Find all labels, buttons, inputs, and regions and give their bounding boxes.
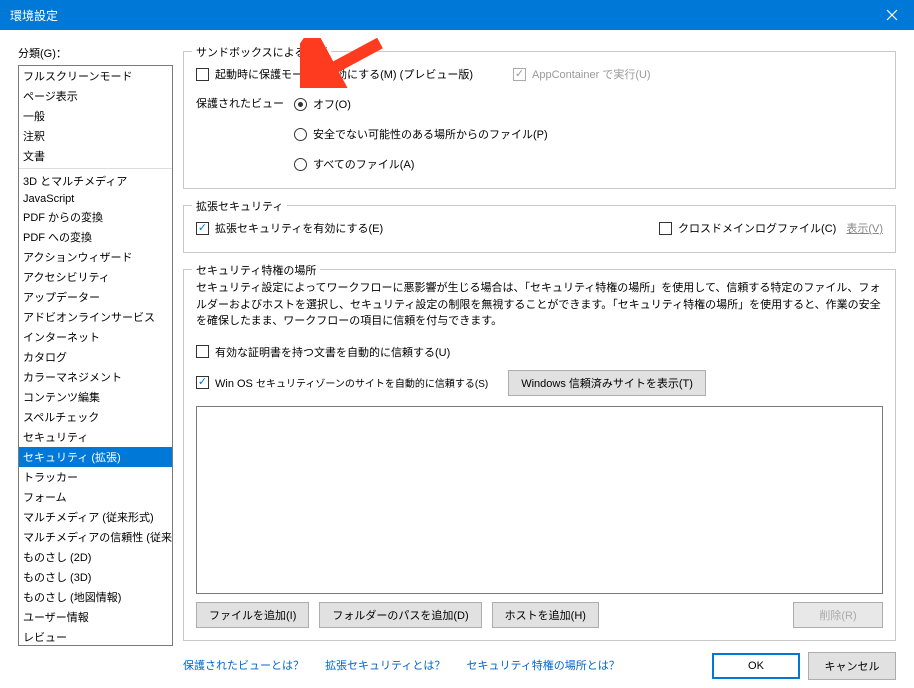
category-item[interactable]: カタログ [19, 347, 172, 367]
priv-location-group: セキュリティ特権の場所 セキュリティ設定によってワークフローに悪影響が生じる場合… [183, 269, 896, 641]
add-folder-button[interactable]: フォルダーのパスを追加(D) [319, 602, 481, 628]
category-item[interactable]: マルチメディア (従来形式) [19, 507, 172, 527]
category-item[interactable]: 注釈 [19, 126, 172, 146]
category-item[interactable]: アクションウィザード [19, 247, 172, 267]
category-item[interactable]: ユーザー情報 [19, 607, 172, 627]
category-item[interactable]: 文書 [19, 146, 172, 166]
category-item[interactable]: PDF からの変換 [19, 207, 172, 227]
category-item[interactable]: アクセシビリティ [19, 267, 172, 287]
priv-location-desc: セキュリティ設定によってワークフローに悪影響が生じる場合は、「セキュリティ特権の… [196, 280, 883, 330]
protected-mode-checkbox[interactable] [196, 68, 209, 81]
protected-view-label: 保護されたビュー [196, 92, 284, 111]
category-item[interactable]: 一般 [19, 106, 172, 126]
trusted-locations-list[interactable] [196, 406, 883, 594]
category-item[interactable]: JavaScript [19, 191, 172, 207]
pv-unsafe-radio[interactable] [294, 128, 307, 141]
category-item[interactable]: PDF への変換 [19, 227, 172, 247]
title-bar: 環境設定 [0, 0, 914, 30]
category-item[interactable]: セキュリティ [19, 427, 172, 447]
category-item[interactable]: トラッカー [19, 467, 172, 487]
win-trusted-sites-button[interactable]: Windows 信頼済みサイトを表示(T) [508, 370, 706, 396]
priv-help-link[interactable]: セキュリティ特権の場所とは？ [466, 660, 619, 672]
auto-trust-cert-checkbox[interactable] [196, 345, 209, 358]
close-icon [886, 9, 898, 21]
add-file-button[interactable]: ファイルを追加(I) [196, 602, 309, 628]
category-item[interactable]: ものさし (2D) [19, 547, 172, 567]
show-log-link[interactable]: 表示(V) [846, 220, 883, 236]
category-item[interactable]: フルスクリーンモード [19, 66, 172, 86]
pv-off-label: オフ(O) [313, 96, 351, 112]
category-item[interactable]: ものさし (3D) [19, 567, 172, 587]
category-list[interactable]: フルスクリーンモードページ表示一般注釈文書 3D とマルチメディアJavaScri… [18, 65, 173, 646]
protected-mode-label: 起動時に保護モードを有効にする(M) (プレビュー版) [215, 66, 473, 82]
winos-trust-checkbox[interactable] [196, 376, 209, 389]
ext-security-label: 拡張セキュリティを有効にする(E) [215, 220, 383, 236]
pv-all-radio[interactable] [294, 158, 307, 171]
pv-help-link[interactable]: 保護されたビューとは？ [183, 660, 304, 672]
category-item[interactable]: セキュリティ (拡張) [19, 447, 172, 467]
sandbox-group-title: サンドボックスによる保護 [192, 44, 331, 60]
category-item[interactable]: レビュー [19, 627, 172, 646]
category-item[interactable]: ページ表示 [19, 86, 172, 106]
pv-all-label: すべてのファイル(A) [313, 156, 414, 172]
category-item[interactable]: インターネット [19, 327, 172, 347]
category-item[interactable]: 3D とマルチメディア [19, 171, 172, 191]
category-item[interactable]: カラーマネジメント [19, 367, 172, 387]
category-item[interactable]: フォーム [19, 487, 172, 507]
ok-button[interactable]: OK [712, 653, 800, 679]
add-host-button[interactable]: ホストを追加(H) [492, 602, 599, 628]
appcontainer-label: AppContainer で実行(U) [532, 66, 651, 82]
category-item[interactable]: マルチメディアの信頼性 (従来形式) [19, 527, 172, 547]
crossdomain-checkbox[interactable] [659, 222, 672, 235]
pv-off-radio[interactable] [294, 98, 307, 111]
category-item[interactable]: スペルチェック [19, 407, 172, 427]
category-item[interactable]: アップデーター [19, 287, 172, 307]
cancel-button[interactable]: キャンセル [808, 652, 896, 680]
close-button[interactable] [869, 0, 914, 30]
sandbox-group: サンドボックスによる保護 起動時に保護モードを有効にする(M) (プレビュー版)… [183, 51, 896, 189]
window-title: 環境設定 [10, 7, 869, 24]
ext-security-checkbox[interactable] [196, 222, 209, 235]
pv-unsafe-label: 安全でない可能性のある場所からのファイル(P) [313, 126, 548, 142]
ext-help-link[interactable]: 拡張セキュリティとは？ [325, 660, 445, 672]
remove-button: 削除(R) [793, 602, 883, 628]
winos-label: Win OS セキュリティゾーンのサイトを自動的に信頼する(S) [215, 375, 488, 390]
crossdomain-label: クロスドメインログファイル(C) [678, 220, 836, 236]
category-item[interactable]: コンテンツ編集 [19, 387, 172, 407]
ext-security-title: 拡張セキュリティ [192, 198, 287, 214]
auto-trust-cert-label: 有効な証明書を持つ文書を自動的に信頼する(U) [215, 344, 450, 360]
ext-security-group: 拡張セキュリティ 拡張セキュリティを有効にする(E) クロスドメインログファイル… [183, 205, 896, 253]
category-item[interactable]: アドビオンラインサービス [19, 307, 172, 327]
priv-location-title: セキュリティ特権の場所 [192, 262, 320, 278]
category-label: 分類(G)： [18, 45, 173, 61]
category-panel: 分類(G)： フルスクリーンモードページ表示一般注釈文書 3D とマルチメディアJ… [18, 45, 173, 646]
appcontainer-checkbox [513, 68, 526, 81]
category-item[interactable]: ものさし (地図情報) [19, 587, 172, 607]
